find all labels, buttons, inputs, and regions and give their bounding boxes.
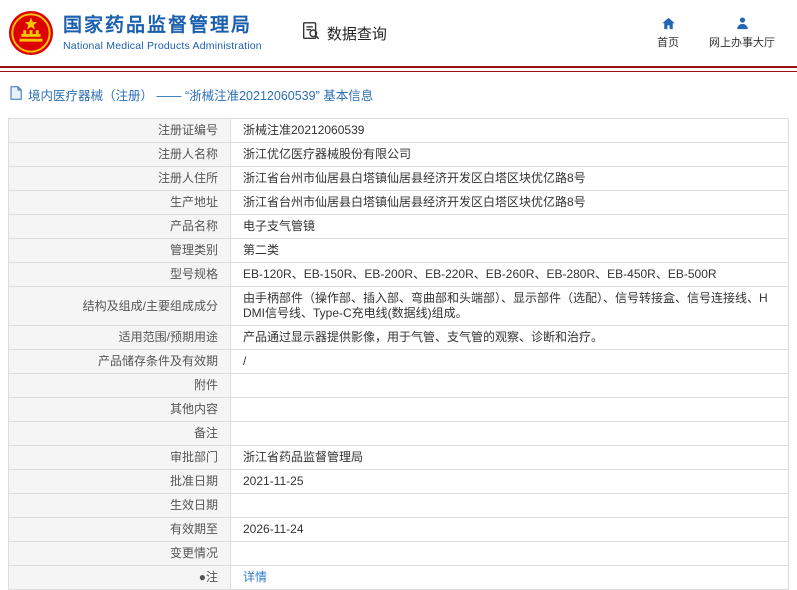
table-cell-value: 浙江优亿医疗器械股份有限公司 <box>230 142 789 167</box>
table-row: 附件 <box>8 373 789 398</box>
table-row: 产品储存条件及有效期 / <box>8 349 789 374</box>
table-cell-label: 备注 <box>8 421 231 446</box>
table-row: 型号规格 EB-120R、EB-150R、EB-200R、EB-220R、EB-2… <box>8 262 789 287</box>
table-cell-value: EB-120R、EB-150R、EB-200R、EB-220R、EB-260R、… <box>230 262 789 287</box>
table-row: 备注 <box>8 421 789 446</box>
nav-home-label: 首页 <box>657 37 679 49</box>
table-cell-value: 2026-11-24 <box>230 517 789 542</box>
person-icon <box>735 16 750 31</box>
table-row: 管理类别 第二类 <box>8 238 789 263</box>
nav-service-hall[interactable]: 网上办事大厅 <box>709 16 775 50</box>
home-icon <box>661 16 676 31</box>
table-cell-label: 注册证编号 <box>8 118 231 143</box>
org-name-cn: 国家药品监督管理局 <box>63 15 253 36</box>
site-header: 国家药品监督管理局 National Medical Products Admi… <box>0 0 797 64</box>
nav-home[interactable]: 首页 <box>657 16 679 50</box>
table-row: 注册人住所 浙江省台州市仙居县白塔镇仙居县经济开发区白塔区块优亿路8号 <box>8 166 789 191</box>
registration-info-table: 注册证编号 浙械注准20212060539 注册人名称 浙江优亿医疗器械股份有限公司… <box>8 118 789 590</box>
table-row: 注册证编号 浙械注准20212060539 <box>8 118 789 143</box>
document-icon <box>10 86 22 103</box>
table-cell-label: 适用范围/预期用途 <box>8 325 231 350</box>
table-cell-value: 浙械注准20212060539 <box>230 118 789 143</box>
header-nav: 首页 网上办事大厅 <box>657 16 775 50</box>
table-row: 有效期至 2026-11-24 <box>8 517 789 542</box>
table-cell-value: 2021-11-25 <box>230 469 789 494</box>
table-cell-value: / <box>230 349 789 374</box>
table-cell-label: ●注 <box>8 565 231 590</box>
table-row: 结构及组成/主要组成成分 由手柄部件（操作部、插入部、弯曲部和头端部）、显示部件（… <box>8 286 789 326</box>
org-names: 国家药品监督管理局 National Medical Products Admi… <box>63 14 262 52</box>
table-cell-value <box>230 421 789 446</box>
table-row: 生效日期 <box>8 493 789 518</box>
table-cell-value: 产品通过显示器提供影像，用于气管、支气管的观察、诊断和治疗。 <box>230 325 789 350</box>
table-cell-label: 附件 <box>8 373 231 398</box>
nav-service-hall-label: 网上办事大厅 <box>709 37 775 49</box>
table-cell-label: 注册人住所 <box>8 166 231 191</box>
breadcrumb-text: 境内医疗器械（注册） —— “浙械注准20212060539” 基本信息 <box>28 89 374 103</box>
table-row: 生产地址 浙江省台州市仙居县白塔镇仙居县经济开发区白塔区块优亿路8号 <box>8 190 789 215</box>
detail-link[interactable]: 详情 <box>243 570 267 584</box>
table-cell-value: 由手柄部件（操作部、插入部、弯曲部和头端部）、显示部件（选配）、信号转接盒、信号… <box>230 286 789 326</box>
table-cell-label: 产品名称 <box>8 214 231 239</box>
table-row: 适用范围/预期用途 产品通过显示器提供影像，用于气管、支气管的观察、诊断和治疗。 <box>8 325 789 350</box>
table-cell-label: 其他内容 <box>8 397 231 422</box>
table-cell-label: 批准日期 <box>8 469 231 494</box>
table-cell-value <box>230 373 789 398</box>
table-cell-value: 浙江省药品监督管理局 <box>230 445 789 470</box>
table-row: 其他内容 <box>8 397 789 422</box>
table-cell-value <box>230 397 789 422</box>
table-row: ●注 详情 <box>8 565 789 590</box>
table-row: 审批部门 浙江省药品监督管理局 <box>8 445 789 470</box>
org-name-en: National Medical Products Administration <box>63 40 262 52</box>
national-emblem-logo <box>8 10 54 56</box>
data-query-icon <box>300 20 322 46</box>
table-cell-value: 浙江省台州市仙居县白塔镇仙居县经济开发区白塔区块优亿路8号 <box>230 190 789 215</box>
table-cell-label: 管理类别 <box>8 238 231 263</box>
nav-data-query[interactable]: 数据查询 <box>300 20 387 46</box>
table-cell-value: 电子支气管镜 <box>230 214 789 239</box>
table-cell-label: 注册人名称 <box>8 142 231 167</box>
table-cell-label: 有效期至 <box>8 517 231 542</box>
breadcrumb: 境内医疗器械（注册） —— “浙械注准20212060539” 基本信息 <box>0 72 797 116</box>
table-cell-value: 浙江省台州市仙居县白塔镇仙居县经济开发区白塔区块优亿路8号 <box>230 166 789 191</box>
table-cell-value: 详情 <box>230 565 789 590</box>
table-cell-label: 生产地址 <box>8 190 231 215</box>
table-cell-value: 第二类 <box>230 238 789 263</box>
table-cell-label: 产品储存条件及有效期 <box>8 349 231 374</box>
table-row: 产品名称 电子支气管镜 <box>8 214 789 239</box>
table-cell-value <box>230 541 789 566</box>
brand-block: 国家药品监督管理局 National Medical Products Admi… <box>8 10 262 56</box>
table-cell-label: 型号规格 <box>8 262 231 287</box>
table-row: 变更情况 <box>8 541 789 566</box>
table-cell-label: 审批部门 <box>8 445 231 470</box>
table-cell-label: 生效日期 <box>8 493 231 518</box>
table-cell-label: 变更情况 <box>8 541 231 566</box>
table-row: 注册人名称 浙江优亿医疗器械股份有限公司 <box>8 142 789 167</box>
data-query-label: 数据查询 <box>326 25 387 43</box>
table-cell-value <box>230 493 789 518</box>
table-row: 批准日期 2021-11-25 <box>8 469 789 494</box>
table-cell-label: 结构及组成/主要组成成分 <box>8 286 231 326</box>
